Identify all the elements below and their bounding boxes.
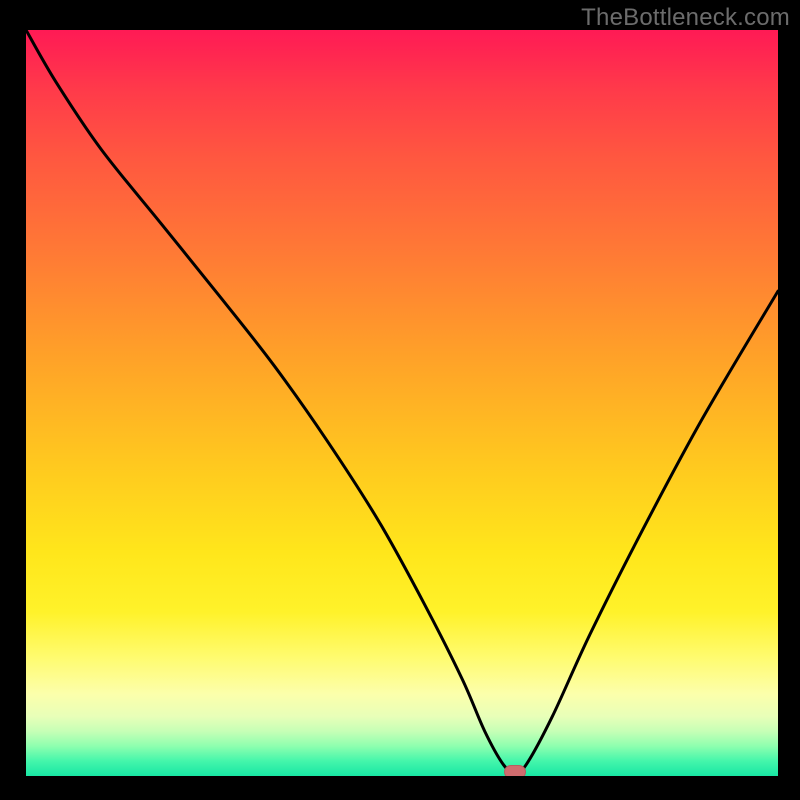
plot-area [26, 30, 778, 776]
bottleneck-curve [26, 30, 778, 776]
watermark-text: TheBottleneck.com [581, 4, 790, 32]
optimal-marker [504, 765, 526, 776]
chart-frame: TheBottleneck.com [0, 0, 800, 800]
